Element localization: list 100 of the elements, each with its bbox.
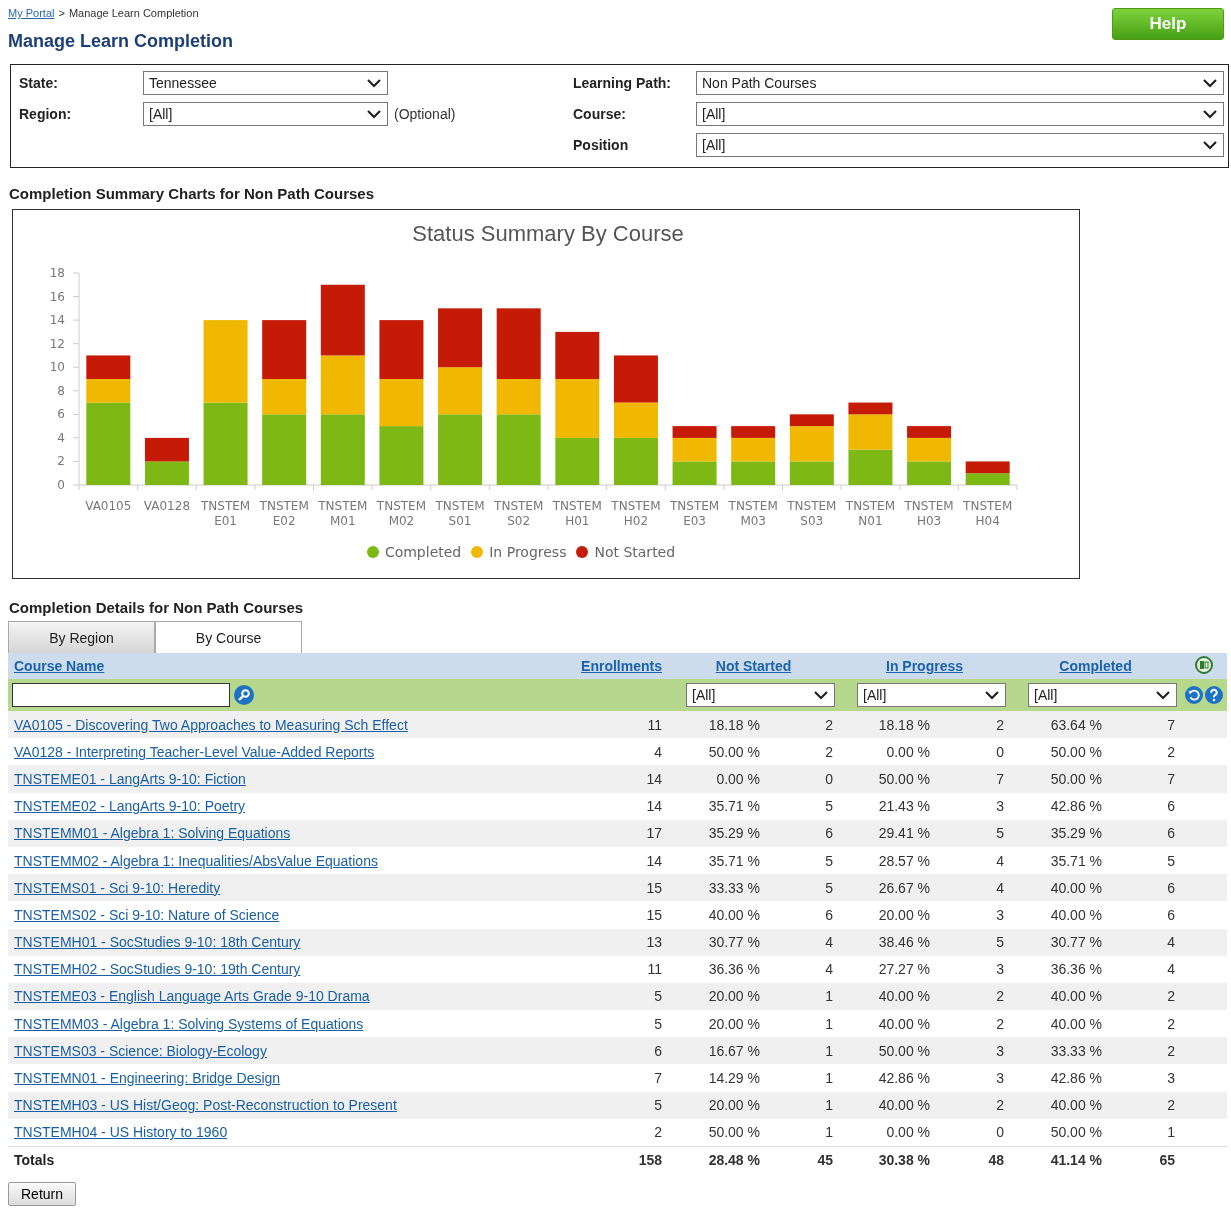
optional-note: (Optional) — [393, 106, 457, 122]
total-cell: 48 — [936, 1146, 1010, 1174]
table-cell: 29.41 % — [839, 819, 936, 847]
dropdown[interactable]: [All] — [696, 102, 1224, 126]
tab[interactable]: By Region — [8, 621, 155, 653]
page-title: Manage Learn Completion — [8, 31, 234, 53]
chart-bar — [848, 449, 893, 485]
course-link[interactable]: TNSTEMH04 - US History to 1960 — [14, 1124, 228, 1141]
chart-bar — [672, 461, 717, 485]
table-cell: 20.00 % — [668, 1010, 766, 1038]
table-cell: 2 — [1108, 738, 1181, 766]
table-cell: 2 — [1108, 982, 1181, 1011]
column-header-link[interactable]: In Progress — [886, 658, 964, 674]
dropdown[interactable]: Non Path Courses — [696, 71, 1224, 95]
table-cell: 21.43 % — [839, 792, 936, 820]
dropdown[interactable]: [All] — [686, 683, 835, 707]
table-cell: 5 — [936, 819, 1010, 847]
tab[interactable]: By Course — [155, 621, 302, 653]
table-cell: 30.77 % — [668, 928, 766, 956]
chart-bar — [379, 379, 424, 427]
table-cell: 35.29 % — [1010, 819, 1108, 847]
course-link[interactable]: VA0128 - Interpreting Teacher-Level Value-Added Reports — [14, 743, 375, 760]
breadcrumb-link[interactable]: My Portal — [8, 7, 55, 19]
course-link[interactable]: TNSTEMS01 - Sci 9-10: Heredity — [14, 879, 221, 896]
legend-label: Completed — [384, 544, 462, 560]
table-cell: 3 — [936, 1037, 1010, 1065]
course-link[interactable]: TNSTEMH03 - US Hist/Geog: Post-Reconstruction to Present — [14, 1097, 397, 1114]
table-cell: 11 — [568, 955, 668, 983]
chart-bar — [613, 355, 658, 403]
dropdown[interactable]: [All] — [857, 683, 1006, 707]
field-label: Course: — [573, 106, 627, 122]
total-cell: 28.48 % — [668, 1146, 766, 1174]
table-cell: 7 — [568, 1064, 668, 1092]
table-cell: 3 — [1108, 1064, 1181, 1092]
axis-label: TNSTEM M02 — [376, 499, 427, 528]
table-cell: 2 — [1108, 1037, 1181, 1065]
chart-bar — [731, 461, 776, 485]
course-link[interactable]: VA0105 - Discovering Two Approaches to Measuring Sch Effect — [14, 716, 408, 733]
table-cell: 3 — [936, 901, 1010, 929]
axis-label: TNSTEM S03 — [787, 499, 837, 528]
table-cell: 14.29 % — [668, 1064, 766, 1092]
course-link[interactable]: TNSTEMM02 - Algebra 1: Inequalities/AbsValue Equations — [14, 852, 378, 869]
column-header-link[interactable]: Not Started — [715, 658, 792, 674]
course-link[interactable]: TNSTEMN01 - Engineering: Bridge Design — [14, 1070, 281, 1087]
course-link[interactable]: TNSTEME02 - LangArts 9-10: Poetry — [14, 798, 246, 815]
column-header-link[interactable]: Completed — [1059, 658, 1132, 674]
chart-bar — [965, 461, 1010, 474]
course-link[interactable]: TNSTEMM03 - Algebra 1: Solving Systems of Equations — [14, 1015, 364, 1032]
table-cell: 40.00 % — [1010, 982, 1108, 1011]
table-cell: 7 — [1108, 765, 1181, 793]
table-cell: 14 — [568, 792, 668, 820]
table-cell: 4 — [936, 874, 1010, 902]
table-cell: 11 — [568, 711, 668, 739]
dropdown[interactable]: [All] — [696, 133, 1224, 157]
table-cell: 5 — [568, 982, 668, 1011]
chart-bar — [379, 426, 424, 485]
field-label: Learning Path: — [573, 75, 672, 91]
axis-label: 18 — [49, 266, 65, 280]
totals-label: Totals — [8, 1146, 568, 1174]
table-cell: 40.00 % — [1010, 901, 1108, 929]
axis-label: 4 — [57, 430, 65, 445]
search-field[interactable] — [12, 683, 230, 707]
table-cell: 2 — [766, 738, 839, 766]
table-cell: 40.00 % — [668, 901, 766, 929]
course-link[interactable]: TNSTEMS03 - Science: Biology-Ecology — [14, 1042, 267, 1059]
dropdown[interactable]: [All] — [1028, 683, 1177, 707]
chevron-icon — [367, 109, 381, 119]
table-cell: 6 — [1108, 901, 1181, 929]
table-cell: 6 — [1108, 819, 1181, 847]
course-link[interactable]: TNSTEMM01 - Algebra 1: Solving Equations — [14, 825, 291, 842]
dropdown[interactable]: Tennessee — [143, 71, 388, 95]
table-cell: 2 — [936, 1010, 1010, 1038]
course-link[interactable]: TNSTEMH01 - SocStudies 9-10: 18th Century — [14, 934, 301, 951]
table-cell: 4 — [766, 955, 839, 983]
table-cell: 6 — [1108, 874, 1181, 902]
axis-label: TNSTEM S02 — [494, 499, 544, 528]
table-cell: 0.00 % — [839, 738, 936, 766]
column-header-link[interactable]: Course Name — [14, 658, 105, 674]
chart-bar — [320, 355, 365, 415]
spreadsheet-export-icon[interactable] — [1195, 655, 1213, 674]
return-button[interactable]: Return — [8, 1182, 77, 1206]
course-link[interactable]: TNSTEMS02 - Sci 9-10: Nature of Science — [14, 906, 280, 923]
help-icon[interactable] — [1205, 685, 1223, 705]
course-link[interactable]: TNSTEMH02 - SocStudies 9-10: 19th Century — [14, 961, 301, 978]
table-cell: 4 — [1108, 928, 1181, 956]
course-link[interactable]: TNSTEME01 - LangArts 9-10: Fiction — [14, 770, 246, 787]
axis-label: 14 — [49, 313, 65, 328]
section-heading: Completion Details for Non Path Courses — [9, 599, 305, 617]
refresh-icon[interactable] — [1185, 685, 1203, 705]
table-cell: 40.00 % — [1010, 1091, 1108, 1119]
table-cell: 4 — [1108, 955, 1181, 983]
search-icon[interactable] — [234, 685, 254, 705]
dropdown[interactable]: [All] — [143, 102, 388, 126]
column-header-link[interactable]: Enrollments — [581, 658, 662, 674]
table-cell: 35.29 % — [668, 819, 766, 847]
table-cell: 2 — [936, 982, 1010, 1011]
chart-title: Status Summary By Course — [412, 221, 684, 246]
axis-label: TNSTEM H02 — [611, 499, 661, 528]
table-cell: 36.36 % — [668, 955, 766, 983]
course-link[interactable]: TNSTEME03 - English Language Arts Grade 9-10 Drama — [14, 988, 370, 1005]
